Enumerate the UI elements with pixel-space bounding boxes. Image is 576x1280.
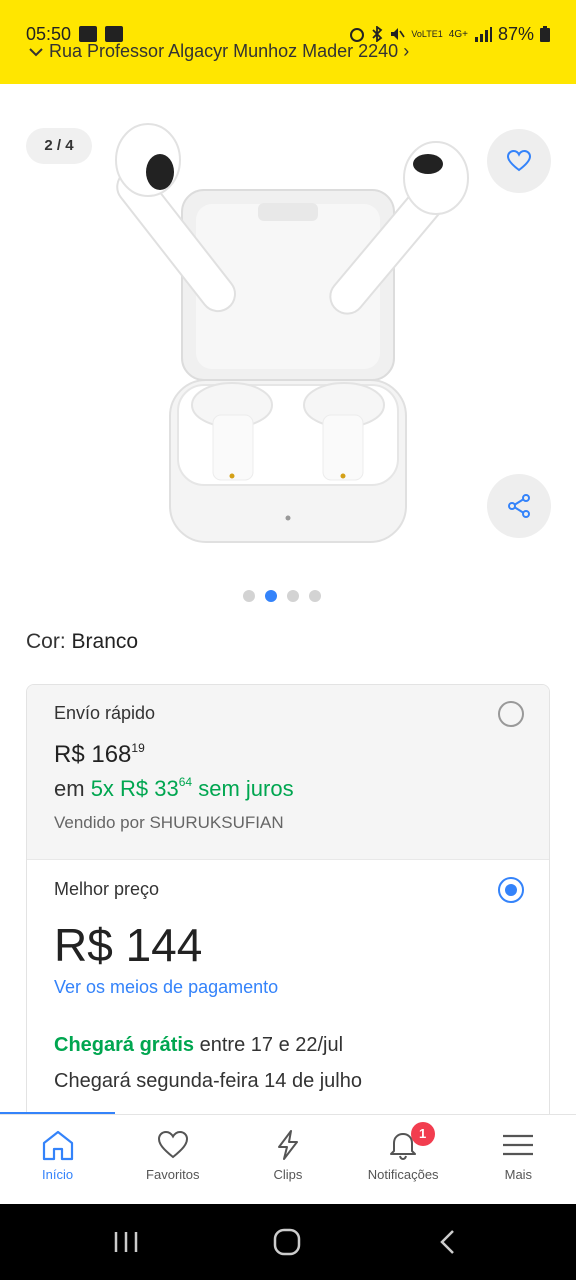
nav-label-notificacoes: Notificações [367, 1167, 439, 1182]
nav-label-clips: Clips [273, 1167, 303, 1182]
radio-fast-shipping[interactable] [498, 701, 524, 727]
shipping-estimate: Chegará grátis entre 17 e 22/jul [54, 1034, 343, 1057]
home-icon [42, 1130, 73, 1161]
option-best-price[interactable]: Melhor preço R$ 144 Ver os meios de paga… [27, 860, 549, 1123]
fast-price: R$ 16819 [54, 741, 145, 769]
gallery-dot[interactable] [243, 590, 255, 602]
bottom-navigation: Início Favoritos Clips 1 Notificações Ma… [0, 1114, 576, 1204]
inst-amount-cents: 64 [178, 775, 193, 789]
battery-percent: 87% [497, 23, 534, 44]
nav-item-inicio[interactable]: Início [0, 1115, 115, 1205]
free-shipping-label: Chegará grátis [54, 1034, 195, 1056]
shipping-range: entre 17 e 22/jul [199, 1034, 344, 1056]
location-icon [29, 48, 43, 57]
home-button-icon[interactable] [272, 1228, 302, 1256]
fast-price-currency: R$ [54, 741, 85, 768]
inst-suffix: sem juros [198, 776, 294, 801]
favorite-button[interactable] [487, 129, 551, 193]
chevron-right-icon: › [403, 41, 410, 61]
fast-price-cents: 19 [131, 741, 145, 755]
gallery-pagination [243, 590, 321, 602]
color-label: Cor: [26, 630, 66, 653]
option-fast-title: Envío rápido [54, 703, 156, 723]
nav-item-notificacoes[interactable]: 1 Notificações [346, 1115, 461, 1205]
nav-label-favoritos: Favoritos [146, 1167, 200, 1182]
gallery-dot[interactable] [287, 590, 299, 602]
share-button[interactable] [487, 474, 551, 538]
fast-installments: em 5x R$ 3364 sem juros [54, 775, 294, 802]
image-counter: 2 / 4 [26, 128, 92, 164]
volte-indicator: VoLTE1 [411, 29, 443, 39]
battery-icon [540, 26, 550, 42]
menu-icon [503, 1134, 534, 1156]
recent-apps-icon[interactable] [112, 1228, 140, 1256]
purchase-options-card: Envío rápido R$ 16819 em 5x R$ 3364 sem … [26, 684, 550, 1124]
payment-methods-link[interactable]: Ver os meios de pagamento [54, 977, 278, 998]
nav-label-mais: Mais [504, 1167, 533, 1182]
fast-price-int: 168 [91, 741, 132, 768]
gallery-dot-active[interactable] [265, 590, 277, 602]
status-bar: 05:50 VoLTE1 4G+ 87% Rua Professor Algac… [0, 0, 576, 84]
seller-name: Vendido por SHURUKSUFIAN [54, 813, 284, 832]
delivery-address[interactable]: Rua Professor Algacyr Munhoz Mader 2240 … [28, 40, 478, 62]
color-value: Branco [71, 630, 139, 653]
best-price: R$ 144 [54, 919, 203, 971]
color-selection: Cor: Branco [26, 630, 138, 654]
gallery-dot[interactable] [309, 590, 321, 602]
shipping-arrival: Chegará segunda-feira 14 de julho [54, 1070, 362, 1092]
radio-best-price[interactable] [498, 877, 524, 903]
inst-prefix: em [54, 776, 85, 801]
nav-item-mais[interactable]: Mais [461, 1115, 576, 1205]
network-4g-indicator: 4G+ [448, 28, 468, 40]
system-navigation-bar [0, 1204, 576, 1280]
address-text: Rua Professor Algacyr Munhoz Mader 2240 [49, 41, 399, 61]
option-best-title: Melhor preço [54, 879, 160, 899]
nav-item-clips[interactable]: Clips [230, 1115, 345, 1205]
option-fast-shipping[interactable]: Envío rápido R$ 16819 em 5x R$ 3364 sem … [27, 685, 549, 860]
share-icon [508, 494, 530, 518]
inst-amount-int: 5x R$ 33 [90, 776, 179, 801]
notification-badge: 1 [410, 1122, 435, 1146]
nav-label-inicio: Início [42, 1167, 74, 1182]
heart-icon [506, 149, 532, 172]
inst-amount: 5x R$ 3364 sem juros [90, 775, 294, 801]
heart-icon [157, 1130, 188, 1159]
bolt-icon [277, 1130, 298, 1160]
nav-item-favoritos[interactable]: Favoritos [115, 1115, 230, 1205]
back-icon[interactable] [436, 1228, 460, 1256]
